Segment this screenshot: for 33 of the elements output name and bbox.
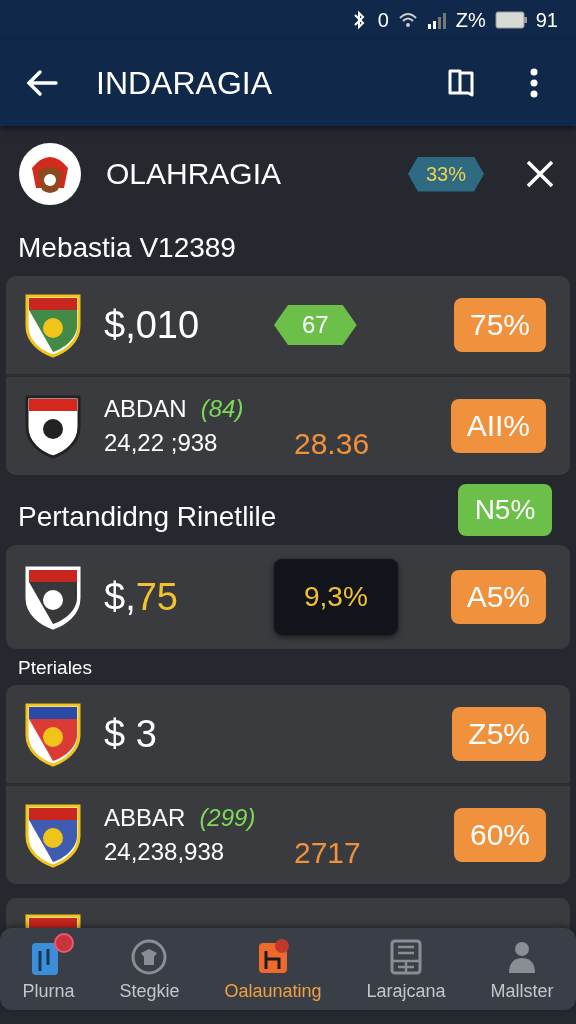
- nav-tab[interactable]: Plurna: [16, 936, 81, 1002]
- value: 28.36: [294, 427, 370, 461]
- percent-badge: N5%: [458, 484, 552, 536]
- nav-tab[interactable]: Oalaunating: [218, 936, 328, 1002]
- team-name: ABDAN: [104, 395, 187, 423]
- section-title: Pertandidng Rinetlile: [18, 500, 277, 534]
- section-title: Mebastia V12389: [18, 231, 236, 265]
- team-number: 24,22 ;938: [104, 429, 219, 457]
- nav-tab[interactable]: Mallster: [484, 936, 560, 1002]
- club-name: OLAHRAGIA: [106, 157, 283, 191]
- close-icon[interactable]: [524, 158, 556, 190]
- battery-icon: [494, 11, 527, 29]
- team-score: (299): [199, 804, 256, 832]
- status-notice: 0: [377, 8, 389, 32]
- amount: $,010: [104, 303, 201, 347]
- club-logo: [18, 142, 82, 206]
- team-score: (84): [200, 395, 244, 423]
- score-tag: 67: [274, 305, 357, 345]
- app-title: INDARAGIA: [96, 64, 274, 102]
- amount: $ 3: [104, 712, 158, 756]
- section-title: Pteriales: [18, 656, 92, 680]
- value: 2717: [294, 836, 361, 870]
- nav-tab[interactable]: Stegkie: [113, 936, 186, 1002]
- wifi-icon: [397, 10, 418, 30]
- battery-label: Z%: [455, 8, 486, 32]
- signal-icon: [426, 10, 447, 30]
- battery-reading: 91: [535, 8, 558, 32]
- amount: $,75: [104, 575, 179, 619]
- team-number: 24,238,938: [104, 838, 226, 866]
- percent-tag: 33%: [407, 156, 484, 192]
- team-name: ABBAR: [104, 804, 186, 832]
- nav-tab[interactable]: Larajcana: [360, 936, 452, 1002]
- percent-tooltip: 9,3%: [274, 559, 398, 635]
